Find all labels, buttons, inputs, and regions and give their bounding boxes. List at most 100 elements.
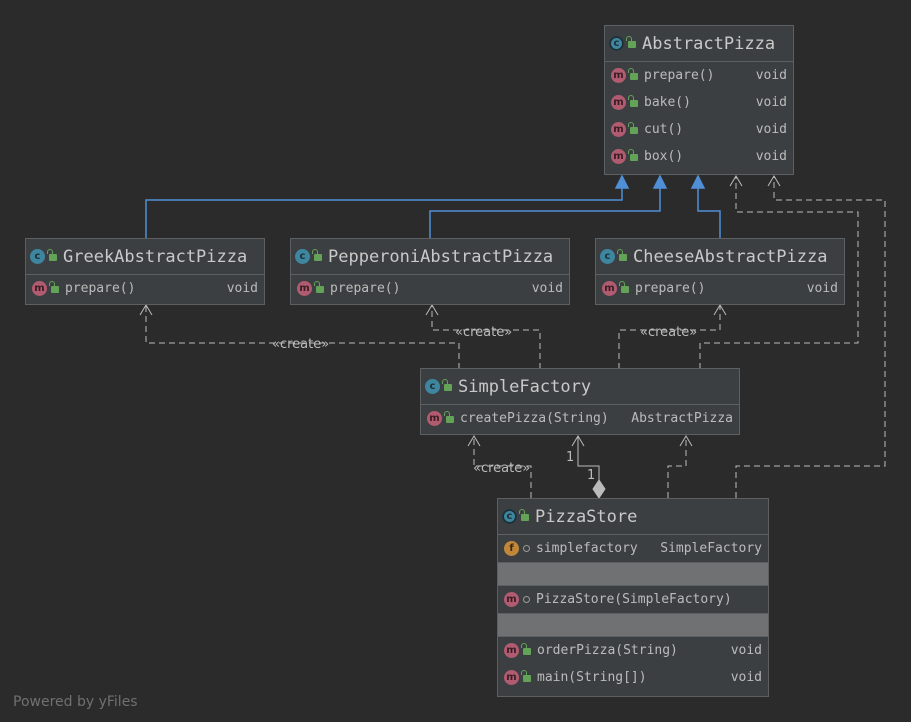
dependency-edge-store-factory-b — [667, 436, 687, 498]
field-icon: f — [504, 541, 519, 556]
field-type: SimpleFactory — [660, 541, 762, 556]
public-lock-icon — [521, 670, 531, 682]
public-lock-icon — [628, 149, 638, 161]
method-name: prepare() — [330, 281, 401, 296]
create-label-factory: «create» — [473, 461, 531, 476]
public-lock-icon — [314, 281, 324, 293]
public-lock-icon — [444, 411, 454, 423]
method-return-type: void — [755, 95, 787, 110]
abstract-class-icon: c — [609, 36, 624, 51]
aggregation-open-arrow — [571, 435, 585, 447]
class-node-cheese-abstract-pizza[interactable]: c CheeseAbstractPizza m prepare() void — [595, 238, 845, 305]
method-row[interactable]: m cut() void — [605, 116, 793, 143]
public-lock-icon — [47, 249, 57, 261]
method-return-type: void — [755, 68, 787, 83]
method-row[interactable]: m bake() void — [605, 89, 793, 116]
method-icon: m — [611, 68, 626, 83]
method-icon: m — [611, 149, 626, 164]
create-label-cheese: «create» — [640, 325, 698, 340]
class-title: SimpleFactory — [458, 376, 592, 397]
field-row[interactable]: f simplefactory SimpleFactory — [498, 535, 768, 562]
package-private-icon — [523, 596, 530, 603]
method-icon: m — [427, 411, 442, 426]
method-return-type: void — [226, 281, 258, 296]
open-arrow-factory-b — [679, 435, 693, 447]
method-name: prepare() — [644, 68, 715, 83]
method-return-type: void — [730, 643, 762, 658]
method-name: prepare() — [65, 281, 136, 296]
open-arrow-cheese — [713, 304, 727, 316]
inheritance-edge-cheese — [697, 178, 721, 238]
inheritance-arrow-pepperoni — [652, 174, 668, 189]
class-node-pepperoni-abstract-pizza[interactable]: c PepperoniAbstractPizza m prepare() voi… — [290, 238, 570, 305]
method-name: cut() — [644, 122, 684, 137]
method-name: orderPizza(String) — [537, 643, 678, 658]
method-icon: m — [504, 643, 519, 658]
class-title: AbstractPizza — [642, 33, 776, 54]
method-row[interactable]: m createPizza(String) AbstractPizza — [421, 405, 739, 432]
method-icon: m — [297, 281, 312, 296]
inheritance-arrow-greek — [614, 174, 630, 189]
class-node-pizza-store[interactable]: c PizzaStore f simplefactory SimpleFacto… — [497, 498, 769, 697]
class-title: PepperoniAbstractPizza — [328, 246, 554, 267]
method-return-type: void — [806, 281, 838, 296]
method-row[interactable]: m main(String[]) void — [498, 664, 768, 691]
dependency-edges — [145, 176, 886, 498]
method-return-type: void — [755, 122, 787, 137]
method-icon: m — [611, 95, 626, 110]
method-row[interactable]: m prepare() void — [596, 275, 844, 302]
class-header: c AbstractPizza — [605, 26, 793, 62]
inheritance-edge-pepperoni — [429, 178, 661, 238]
method-return-type: void — [531, 281, 563, 296]
public-lock-icon — [442, 379, 452, 391]
class-title: PizzaStore — [535, 506, 638, 527]
constructor-row[interactable]: m PizzaStore(SimpleFactory) — [498, 586, 768, 613]
field-name: simplefactory — [536, 541, 638, 556]
method-name: main(String[]) — [537, 670, 647, 685]
public-lock-icon — [628, 122, 638, 134]
method-return-type: void — [730, 670, 762, 685]
constructor-name: PizzaStore(SimpleFactory) — [536, 592, 732, 607]
class-icon: c — [295, 249, 310, 264]
class-header: c PepperoniAbstractPizza — [291, 239, 569, 275]
section-separator — [498, 613, 768, 637]
class-header: c PizzaStore — [498, 499, 768, 535]
open-arrow-greek — [139, 304, 153, 316]
section-separator — [498, 562, 768, 586]
public-lock-icon — [617, 249, 627, 261]
package-private-icon — [523, 545, 530, 552]
runnable-class-icon: c — [502, 509, 517, 524]
uml-diagram-canvas: «create» «create» «create» «create» 1 1 … — [0, 0, 911, 722]
method-name: createPizza(String) — [460, 411, 609, 426]
create-label-greek: «create» — [272, 337, 330, 352]
method-icon: m — [504, 592, 519, 607]
method-return-type: AbstractPizza — [631, 411, 733, 426]
public-lock-icon — [312, 249, 322, 261]
class-node-greek-abstract-pizza[interactable]: c GreekAbstractPizza m prepare() void — [25, 238, 265, 305]
public-lock-icon — [628, 95, 638, 107]
class-icon: c — [425, 379, 440, 394]
method-name: bake() — [644, 95, 691, 110]
method-row[interactable]: m prepare() void — [291, 275, 569, 302]
multiplicity-label-a: 1 — [566, 450, 575, 465]
method-icon: m — [602, 281, 617, 296]
class-header: c CheeseAbstractPizza — [596, 239, 844, 275]
public-lock-icon — [49, 281, 59, 293]
method-row[interactable]: m prepare() void — [26, 275, 264, 302]
method-name: box() — [644, 149, 684, 164]
class-title: CheeseAbstractPizza — [633, 246, 828, 267]
class-node-simple-factory[interactable]: c SimpleFactory m createPizza(String) Ab… — [420, 368, 740, 435]
class-node-abstract-pizza[interactable]: c AbstractPizza m prepare() void m bake(… — [604, 25, 794, 175]
method-return-type: void — [755, 149, 787, 164]
public-lock-icon — [628, 68, 638, 80]
method-row[interactable]: m box() void — [605, 143, 793, 170]
public-lock-icon — [521, 643, 531, 655]
class-header: c SimpleFactory — [421, 369, 739, 405]
public-lock-icon — [519, 509, 529, 521]
dependency-edge-store-abstract — [735, 176, 886, 498]
method-icon: m — [32, 281, 47, 296]
method-row[interactable]: m prepare() void — [605, 62, 793, 89]
class-icon: c — [30, 249, 45, 264]
method-row[interactable]: m orderPizza(String) void — [498, 637, 768, 664]
class-title: GreekAbstractPizza — [63, 246, 248, 267]
